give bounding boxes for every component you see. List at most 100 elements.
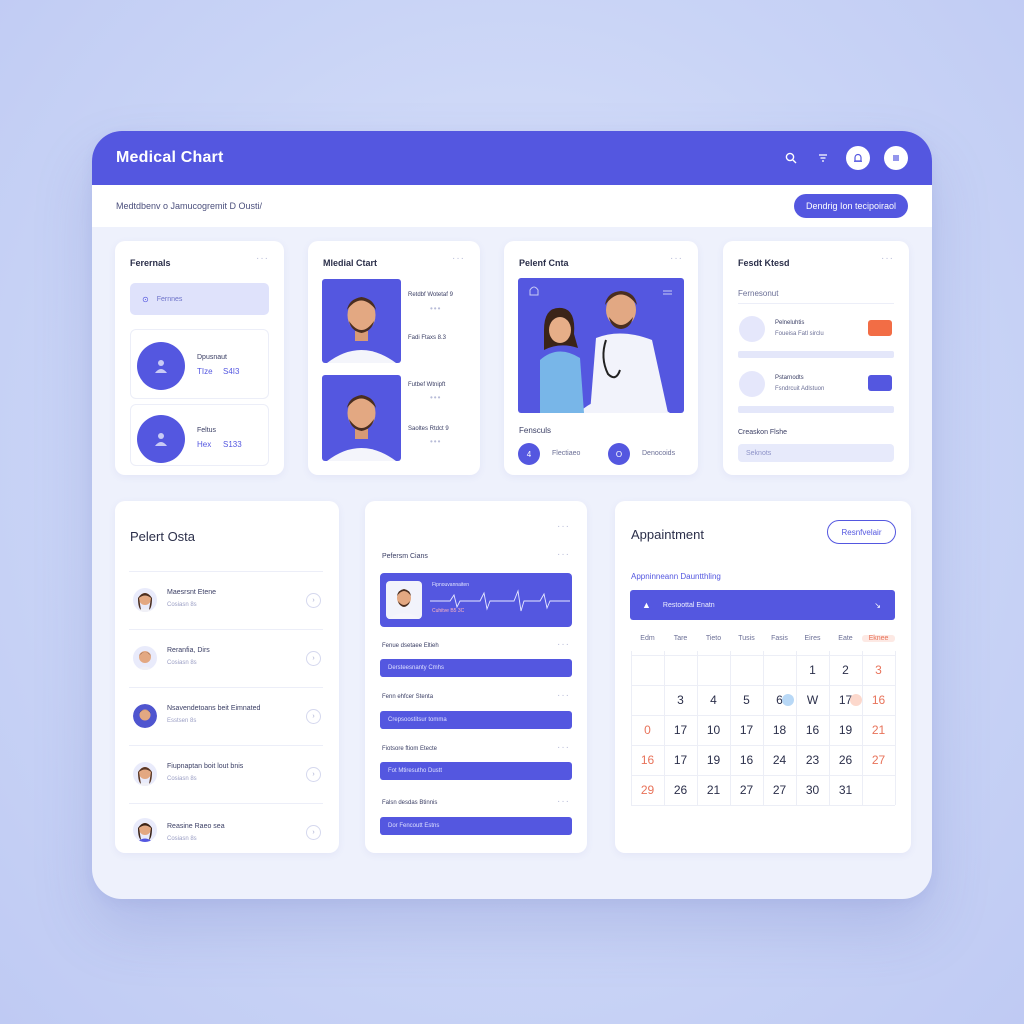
- grid-line: [631, 745, 895, 746]
- calendar-day[interactable]: 1: [796, 663, 829, 677]
- calendar-day[interactable]: 17: [730, 723, 763, 737]
- chevron-right-icon[interactable]: ›: [306, 651, 321, 666]
- list-item[interactable]: Nsavendetoans beit Eimnated Esstsen 8s ›: [129, 687, 323, 745]
- referral-item[interactable]: Feltus Hex S133: [130, 404, 269, 466]
- grid-line: [631, 805, 895, 806]
- list-item[interactable]: Reasine Raeo sea Cosiasn 8s ›: [129, 803, 323, 851]
- search-icon: ⊙: [142, 294, 149, 304]
- calendar-day[interactable]: 16: [730, 753, 763, 767]
- calendar-day[interactable]: 16: [796, 723, 829, 737]
- section-bar[interactable]: Fot Mtiresutho Dustt: [380, 762, 572, 780]
- calendar-day[interactable]: 21: [697, 783, 730, 797]
- more-options-icon[interactable]: ···: [557, 639, 570, 650]
- section-title: Fenn ehfcer Stenta: [382, 694, 434, 700]
- filter-icon[interactable]: [814, 149, 832, 167]
- calendar-day[interactable]: 26: [664, 783, 697, 797]
- more-options-icon[interactable]: ···: [557, 549, 570, 560]
- calendar-day[interactable]: 17: [664, 723, 697, 737]
- calendar-day[interactable]: 31: [829, 783, 862, 797]
- more-options-icon[interactable]: ···: [452, 253, 465, 264]
- calendar-day[interactable]: 30: [796, 783, 829, 797]
- referrals-search[interactable]: ⊙ Fernnes: [130, 283, 269, 315]
- ecg-waveform: [430, 589, 570, 612]
- referral-name: Dpusnaut: [197, 354, 227, 361]
- chevron-right-icon[interactable]: ›: [306, 709, 321, 724]
- primary-action-button[interactable]: Dendrig Ion tecipoiraol: [794, 194, 908, 218]
- calendar-day[interactable]: 2: [829, 663, 862, 677]
- row-sub: Cosiasn 8s: [167, 602, 197, 608]
- bell-icon[interactable]: [846, 146, 870, 170]
- appointment-banner[interactable]: ▲ Restoottal Enatn ↘: [630, 590, 895, 620]
- reschedule-button[interactable]: Resnfvelair: [827, 520, 896, 544]
- more-options-icon[interactable]: ···: [557, 796, 570, 807]
- result-sub: Foueisa Fatl sirclu: [775, 331, 824, 337]
- referral-name: Feltus: [197, 427, 217, 434]
- more-options-icon[interactable]: ···: [256, 253, 269, 264]
- avatar: [386, 581, 422, 619]
- weekday-label: Edm: [640, 635, 655, 642]
- referrals-card: Ferernals ··· ⊙ Fernnes Dpusnaut TIze S4…: [115, 241, 284, 475]
- chevron-right-icon[interactable]: ›: [306, 593, 321, 608]
- referral-item[interactable]: Dpusnaut TIze S4I3: [130, 329, 269, 399]
- referral-meta: TIze: [197, 367, 213, 376]
- section-bar[interactable]: Dersteesnanty Cmhs: [380, 659, 572, 677]
- calendar-day[interactable]: 5: [730, 693, 763, 707]
- chevron-right-icon[interactable]: ›: [306, 825, 321, 840]
- banner-label: Restoottal Enatn: [662, 601, 715, 609]
- status-badge-blue[interactable]: [868, 375, 892, 391]
- rating-dots: •••: [430, 304, 442, 313]
- calendar-day[interactable]: 27: [862, 753, 895, 767]
- more-options-icon[interactable]: ···: [557, 742, 570, 753]
- calendar-day[interactable]: W: [796, 693, 829, 707]
- calendar-day[interactable]: 10: [697, 723, 730, 737]
- calendar-day[interactable]: 3: [862, 663, 895, 677]
- calendar-day[interactable]: 27: [730, 783, 763, 797]
- calendar-day[interactable]: 19: [697, 753, 730, 767]
- divider: [738, 351, 894, 358]
- stat-label: Denocoids: [642, 450, 676, 457]
- stat-badge: O: [608, 443, 630, 465]
- calendar-day[interactable]: 27: [763, 783, 796, 797]
- more-options-icon[interactable]: ···: [557, 521, 570, 532]
- calendar-day[interactable]: 26: [829, 753, 862, 767]
- search-icon[interactable]: [782, 149, 800, 167]
- card-title: Mledial Ctart: [323, 258, 378, 268]
- referral-meta: Hex: [197, 440, 212, 449]
- list-item[interactable]: Fiupnaptan boit lout bnis Cosiasn 8s ›: [129, 745, 323, 803]
- grid-line: [631, 685, 895, 686]
- referral-value: S4I3: [223, 367, 240, 376]
- calendar-day[interactable]: 16: [631, 753, 664, 767]
- row-name: Reasine Raeo sea: [167, 823, 225, 830]
- user-icon: [137, 415, 185, 463]
- section-bar[interactable]: Crepsoostitsur tomma: [380, 711, 572, 729]
- calendar-day[interactable]: 17: [664, 753, 697, 767]
- calendar-day[interactable]: 18: [763, 723, 796, 737]
- menu-icon[interactable]: [884, 146, 908, 170]
- section-bar[interactable]: Dor Fencoutt Estns: [380, 817, 572, 835]
- calendar-day[interactable]: 19: [829, 723, 862, 737]
- footer-field[interactable]: Seknots: [738, 444, 894, 462]
- more-options-icon[interactable]: ···: [557, 690, 570, 701]
- more-options-icon[interactable]: ···: [670, 253, 683, 264]
- event-day-marker: [850, 694, 862, 706]
- list-item[interactable]: Reranfia, Dirs Cosiasn 8s ›: [129, 629, 323, 687]
- app-window: Medical Chart Medtdbenv o Jamucogremit D…: [92, 131, 932, 899]
- calendar-day[interactable]: 3: [664, 693, 697, 707]
- calendar-day[interactable]: 21: [862, 723, 895, 737]
- calendar-day[interactable]: 24: [763, 753, 796, 767]
- calendar-subtitle: Appninneann Dauntthling: [631, 572, 721, 581]
- calendar-day[interactable]: 29: [631, 783, 664, 797]
- calendar-day[interactable]: 16: [862, 693, 895, 707]
- doctor-label: Futbef Wtnipft: [408, 382, 446, 388]
- status-badge-orange[interactable]: [868, 320, 892, 336]
- chevron-right-icon[interactable]: ›: [306, 767, 321, 782]
- sub-bar: Medtdbenv o Jamucogremit D Ousti/ Dendri…: [92, 185, 932, 227]
- weekday-label: Fasis: [771, 635, 788, 642]
- calendar-day[interactable]: 23: [796, 753, 829, 767]
- more-options-icon[interactable]: ···: [881, 253, 894, 264]
- list-item[interactable]: Maesrsnt Etene Cosiasn 8s ›: [129, 571, 323, 629]
- appointment-card: Appaintment Resnfvelair Appninneann Daun…: [615, 501, 911, 853]
- calendar-day[interactable]: 0: [631, 723, 664, 737]
- doctor-photo: [322, 375, 401, 461]
- calendar-day[interactable]: 4: [697, 693, 730, 707]
